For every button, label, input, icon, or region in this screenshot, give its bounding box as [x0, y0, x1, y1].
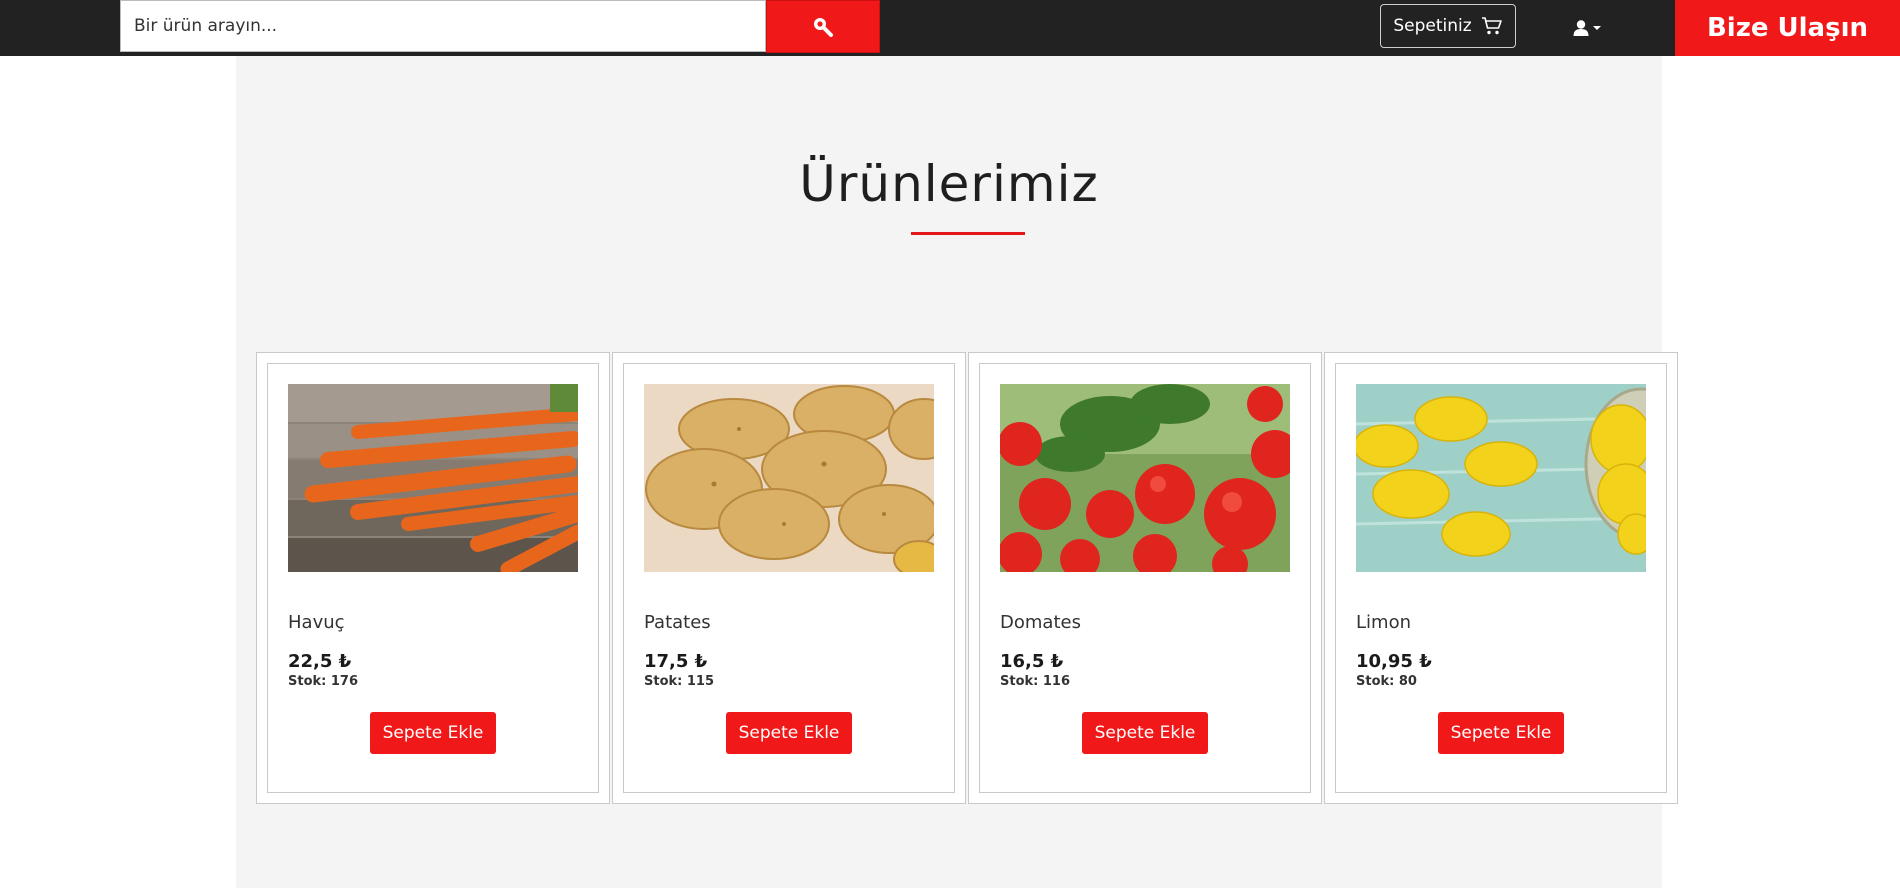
product-name: Havuç: [288, 612, 345, 633]
add-to-cart-button[interactable]: Sepete Ekle: [370, 712, 496, 754]
product-price: 17,5 ₺: [644, 651, 708, 672]
product-price: 10,95 ₺: [1356, 651, 1432, 672]
product-card-inner: Havuç 22,5 ₺ Stok: 176 Sepete Ekle: [267, 363, 599, 793]
product-price: 22,5 ₺: [288, 651, 352, 672]
user-icon: [1573, 20, 1589, 36]
product-card: Patates 17,5 ₺ Stok: 115 Sepete Ekle: [612, 352, 966, 804]
product-name: Domates: [1000, 612, 1081, 633]
product-card: Domates 16,5 ₺ Stok: 116 Sepete Ekle: [968, 352, 1322, 804]
product-card-inner: Limon 10,95 ₺ Stok: 80 Sepete Ekle: [1335, 363, 1667, 793]
search-input[interactable]: [120, 0, 766, 52]
add-to-cart-button[interactable]: Sepete Ekle: [1082, 712, 1208, 754]
title-underline: [911, 232, 1025, 235]
product-stock: Stok: 176: [288, 674, 359, 689]
lemon-image[interactable]: [1356, 384, 1646, 572]
potato-image[interactable]: [644, 384, 934, 572]
product-name: Limon: [1356, 612, 1411, 633]
product-name: Patates: [644, 612, 711, 633]
product-card-inner: Domates 16,5 ₺ Stok: 116 Sepete Ekle: [979, 363, 1311, 793]
user-menu-button[interactable]: [1572, 17, 1602, 39]
products-section: Ürünlerimiz Havuç 22,5 ₺ Stok: 176 Sepet…: [236, 56, 1678, 888]
carrot-image[interactable]: [288, 384, 578, 572]
cart-icon: [1481, 17, 1502, 35]
add-to-cart-button[interactable]: Sepete Ekle: [726, 712, 852, 754]
contact-label: Bize Ulaşın: [1706, 13, 1868, 43]
search-button[interactable]: [766, 0, 880, 53]
tomato-image[interactable]: [1000, 384, 1290, 572]
product-stock: Stok: 80: [1356, 674, 1417, 689]
product-stock: Stok: 116: [1000, 674, 1071, 689]
product-card: Havuç 22,5 ₺ Stok: 176 Sepete Ekle: [256, 352, 610, 804]
contact-button[interactable]: Bize Ulaşın: [1675, 0, 1900, 56]
add-to-cart-button[interactable]: Sepete Ekle: [1438, 712, 1564, 754]
product-card: Limon 10,95 ₺ Stok: 80 Sepete Ekle: [1324, 352, 1678, 804]
top-navbar: Sepetiniz Bize Ulaşın: [0, 0, 1900, 56]
cart-button[interactable]: Sepetiniz: [1380, 4, 1516, 48]
search-icon: [814, 17, 833, 37]
product-card-inner: Patates 17,5 ₺ Stok: 115 Sepete Ekle: [623, 363, 955, 793]
product-price: 16,5 ₺: [1000, 651, 1064, 672]
cart-label: Sepetiniz: [1393, 16, 1472, 36]
page-title: Ürünlerimiz: [799, 155, 1099, 213]
product-stock: Stok: 115: [644, 674, 715, 689]
chevron-down-icon: [1593, 26, 1601, 30]
